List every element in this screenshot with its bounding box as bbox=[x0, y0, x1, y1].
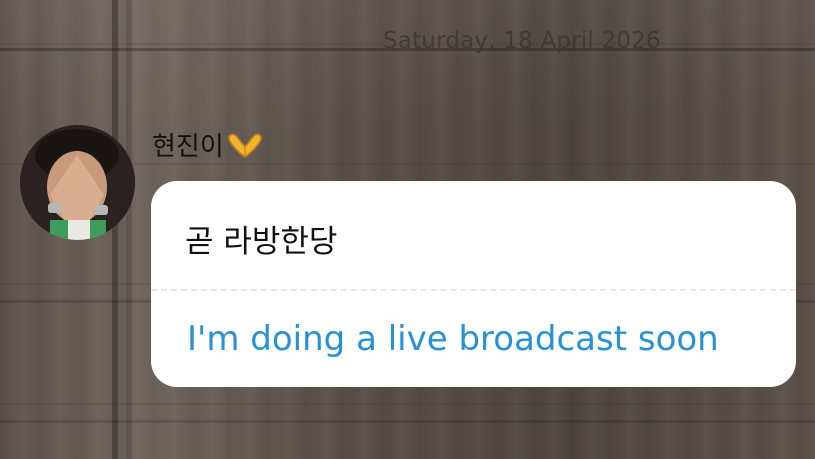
wood-plank-edge bbox=[126, 0, 132, 459]
bubble-divider bbox=[151, 289, 796, 291]
date-separator: Saturday, 18 April 2026 bbox=[383, 28, 661, 54]
wood-grain-line bbox=[0, 420, 815, 423]
wood-plank-edge bbox=[112, 0, 118, 459]
sender-name-row: 현진이 bbox=[152, 126, 264, 163]
message-original-text: 곧 라방한당 bbox=[185, 224, 338, 260]
message-bubble[interactable]: 곧 라방한당 I'm doing a live broadcast soon bbox=[151, 181, 796, 387]
sender-avatar[interactable] bbox=[20, 125, 135, 240]
avatar-photo bbox=[20, 125, 135, 240]
heart-hands-icon bbox=[226, 133, 264, 159]
sender-name: 현진이 bbox=[152, 132, 224, 162]
message-translation-text: I'm doing a live broadcast soon bbox=[187, 319, 719, 359]
